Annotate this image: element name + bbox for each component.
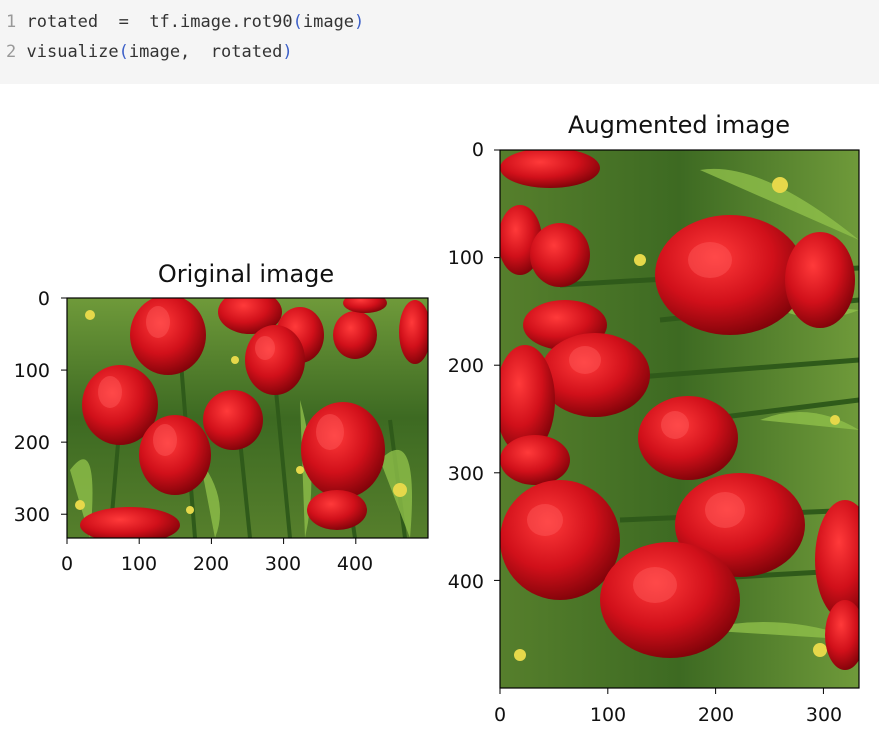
- original-xtick-label: 0: [60, 553, 74, 575]
- original-ytick-label: 200: [13, 432, 50, 454]
- augmented-ytick-label: 0: [471, 139, 484, 161]
- augmented-xtick-label: 200: [697, 704, 735, 726]
- augmented-image-title: Augmented image: [567, 111, 791, 139]
- augmented-tulip-photo: [500, 150, 859, 688]
- augmented-xtick-label: 0: [493, 704, 507, 726]
- original-ytick-label: 300: [13, 504, 50, 526]
- augmented-ytick-label: 200: [447, 355, 484, 377]
- original-xtick-label: 400: [336, 553, 374, 575]
- original-xtick-label: 100: [120, 553, 158, 575]
- original-tulip-photo: [67, 298, 428, 538]
- augmented-ytick-label: 300: [447, 463, 484, 485]
- augmented-xtick-label: 300: [805, 704, 843, 726]
- original-ytick-label: 0: [37, 288, 50, 310]
- original-ytick-label: 100: [13, 360, 50, 382]
- original-xtick-label: 300: [264, 553, 302, 575]
- augmented-ytick-label: 100: [447, 247, 484, 269]
- original-xtick-label: 200: [192, 553, 230, 575]
- augmented-ytick-label: 400: [447, 571, 484, 593]
- augmented-xtick-label: 100: [589, 704, 627, 726]
